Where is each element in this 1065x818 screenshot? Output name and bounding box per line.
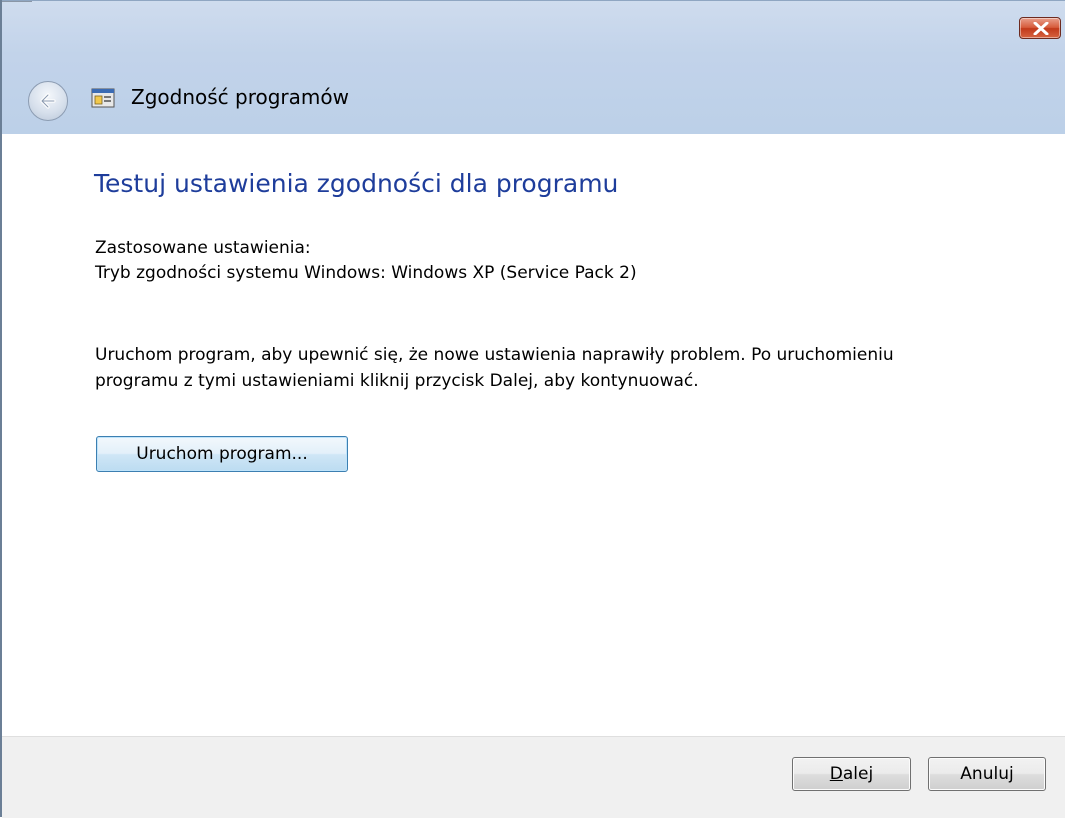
description-text-line-1: Uruchom program, aby upewnić się, że now… <box>95 345 894 365</box>
run-program-button[interactable]: Uruchom program... <box>96 436 348 472</box>
compatibility-wizard-window: Zgodność programów Testuj ustawienia zgo… <box>0 0 1065 818</box>
wizard-content: Testuj ustawienia zgodności dla programu… <box>2 134 1065 736</box>
cancel-button[interactable]: Anuluj <box>928 757 1046 791</box>
window-title: Zgodność programów <box>131 85 349 109</box>
back-button[interactable] <box>28 81 68 121</box>
window-edge <box>2 1 32 8</box>
program-compatibility-icon <box>91 88 115 108</box>
applied-settings-label: Zastosowane ustawienia: <box>95 238 311 258</box>
page-heading: Testuj ustawienia zgodności dla programu <box>94 169 619 198</box>
close-icon <box>1033 22 1049 35</box>
close-button[interactable] <box>1019 17 1061 39</box>
applied-settings-value: Tryb zgodności systemu Windows: Windows … <box>95 263 637 283</box>
wizard-footer: Dalej Anuluj <box>2 736 1065 818</box>
title-bar: Zgodność programów <box>2 0 1065 134</box>
next-button[interactable]: Dalej <box>792 757 911 791</box>
back-arrow-icon <box>40 93 56 109</box>
description-text-line-2: programu z tymi ustawieniami kliknij prz… <box>95 371 699 391</box>
